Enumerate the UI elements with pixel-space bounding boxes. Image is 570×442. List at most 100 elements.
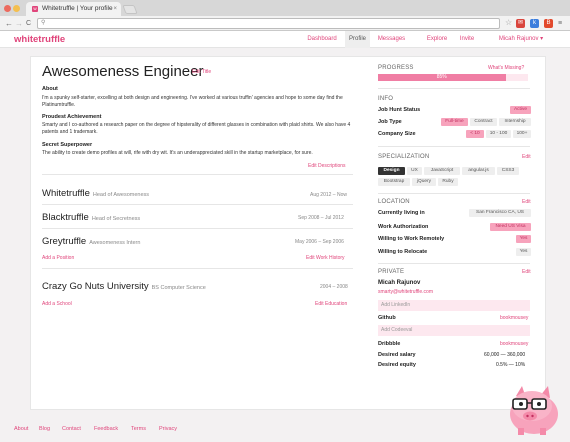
reload-icon[interactable]: C	[26, 18, 31, 29]
minimize-window-button[interactable]	[13, 5, 20, 12]
keyboard-extension-icon[interactable]: k	[530, 19, 539, 28]
footer-terms-link[interactable]: Terms	[131, 426, 146, 432]
github-link[interactable]: bookmousey	[500, 315, 528, 321]
footer-blog-link[interactable]: Blog	[39, 426, 50, 432]
work-entry-role: Head of Awesomeness	[92, 192, 150, 198]
skill-tag[interactable]: CSS3	[497, 167, 519, 175]
work-auth-label: Work Authorization	[378, 224, 429, 230]
specialization-section-label: SPECIALIZATION	[378, 154, 430, 160]
add-linkedin-field[interactable]: Add LinkedIn	[378, 300, 530, 311]
achievement-label: Proudest Achievement	[42, 114, 102, 120]
mail-extension-icon[interactable]: ✉	[516, 19, 525, 28]
skill-tag[interactable]: JavaScript	[424, 167, 460, 175]
favicon-icon: w	[32, 6, 38, 12]
skill-tag[interactable]: UX	[407, 167, 422, 175]
superpower-label: Secret Superpower	[42, 142, 93, 148]
remote-value: Yes	[516, 235, 531, 243]
nav-explore[interactable]: Explore	[421, 31, 453, 48]
b-extension-icon[interactable]: B	[544, 19, 553, 28]
address-bar[interactable]: ⚲	[37, 18, 500, 29]
skill-tag[interactable]: Ruby	[438, 178, 458, 186]
nav-profile[interactable]: Profile	[345, 31, 370, 48]
edit-title-link[interactable]: Edit Title	[192, 69, 211, 75]
private-name: Micah Rajunov	[378, 280, 421, 286]
add-position-link[interactable]: Add a Position	[42, 255, 74, 261]
divider	[378, 193, 530, 194]
company-size-medium[interactable]: 10 - 100	[486, 130, 511, 138]
new-tab-button[interactable]	[122, 5, 138, 14]
search-icon: ⚲	[41, 20, 46, 26]
edit-education-link[interactable]: Edit Education	[315, 301, 347, 307]
work-entry-dates: Aug 2012 – Now	[310, 192, 347, 198]
superpower-text: The ability to create demo profiles at w…	[42, 150, 313, 156]
education-entry-dates: 2004 – 2008	[320, 284, 348, 290]
footer-contact-link[interactable]: Contact	[62, 426, 81, 432]
whats-missing-link[interactable]: What's Missing?	[488, 65, 524, 71]
tab-close-icon[interactable]: ×	[113, 2, 117, 16]
edit-location-link[interactable]: Edit	[522, 199, 531, 205]
nav-invite[interactable]: Invite	[456, 31, 478, 48]
site-header: whitetruffle Dashboard Profile Messages …	[0, 31, 570, 48]
divider	[42, 228, 353, 229]
nav-messages[interactable]: Messages	[374, 31, 409, 48]
private-email[interactable]: smarty@whitetruffle.com	[378, 289, 433, 295]
profile-card	[30, 56, 546, 410]
job-type-fulltime[interactable]: Full-time	[441, 118, 468, 126]
nav-user-menu[interactable]: Micah Rajunov ▾	[491, 31, 551, 48]
edit-descriptions-link[interactable]: Edit Descriptions	[308, 163, 346, 169]
back-arrow-icon[interactable]: ←	[5, 18, 13, 29]
browser-tab-strip: w Whitetruffle | Your profile ×	[0, 0, 570, 16]
skill-tag[interactable]: jQuery	[412, 178, 436, 186]
education-entry-school: Crazy Go Nuts University BS Computer Scie…	[42, 281, 206, 292]
skill-tag[interactable]: Design	[378, 167, 405, 175]
divider	[378, 263, 530, 264]
divider	[42, 268, 353, 269]
salary-label: Desired salary	[378, 352, 416, 358]
browser-tab[interactable]: w Whitetruffle | Your profile ×	[26, 2, 121, 16]
browser-menu-icon[interactable]: ≡	[558, 19, 565, 28]
equity-value: 0.5% — 10%	[496, 362, 526, 368]
forward-arrow-icon[interactable]: →	[15, 18, 23, 29]
company-size-small[interactable]: < 10	[466, 130, 484, 138]
divider	[378, 88, 530, 89]
whitetruffle-logo[interactable]: whitetruffle	[14, 34, 65, 45]
add-codeeval-field[interactable]: Add Codeeval	[378, 325, 530, 336]
tab-title: Whitetruffle | Your profile	[42, 5, 113, 12]
divider	[378, 146, 530, 147]
work-entry-company: Greytruffle Awesomeness Intern	[42, 236, 141, 247]
location-section-label: LOCATION	[378, 199, 410, 205]
job-type-contract[interactable]: Contract	[470, 118, 497, 126]
progress-bar-fill: 85%	[378, 74, 506, 81]
nav-dashboard[interactable]: Dashboard	[302, 31, 342, 48]
footer-feedback-link[interactable]: Feedback	[94, 426, 118, 432]
footer-privacy-link[interactable]: Privacy	[159, 426, 177, 432]
edit-work-history-link[interactable]: Edit Work History	[306, 255, 345, 261]
skill-tag[interactable]: Bootstrap	[378, 178, 410, 186]
browser-toolbar: ← → C ⚲ ☆ ✉ k B ≡	[0, 16, 570, 31]
relocate-label: Willing to Relocate	[378, 249, 428, 255]
company-size-large[interactable]: 100+	[513, 130, 531, 138]
work-entry-role: Head of Secretness	[91, 216, 141, 222]
profile-title: Awesomeness Engineer	[42, 63, 204, 80]
job-hunt-status-badge[interactable]: Active	[510, 106, 531, 114]
job-type-internship[interactable]: Internship	[499, 118, 531, 126]
close-window-button[interactable]	[4, 5, 11, 12]
work-entry-company: Blacktruffle Head of Secretness	[42, 212, 141, 223]
achievement-text: Smarty and I co-authored a research pape…	[42, 122, 351, 135]
salary-value: 60,000 — 360,000	[484, 352, 526, 358]
info-section-label: INFO	[378, 96, 394, 102]
edit-specialization-link[interactable]: Edit	[522, 154, 531, 160]
private-section-label: PRIVATE	[378, 269, 405, 275]
education-entry-degree: BS Computer Science	[151, 285, 206, 291]
dribbble-link[interactable]: bookmousey	[500, 341, 528, 347]
footer-about-link[interactable]: About	[14, 426, 28, 432]
skill-tag[interactable]: angular.js	[462, 167, 495, 175]
job-type-label: Job Type	[378, 119, 402, 125]
add-school-link[interactable]: Add a School	[42, 301, 72, 307]
remote-label: Willing to Work Remotely	[378, 236, 445, 242]
relocate-value: Yes	[516, 248, 531, 256]
github-label: Github	[378, 315, 396, 321]
bookmark-star-icon[interactable]: ☆	[505, 18, 512, 27]
edit-private-link[interactable]: Edit	[522, 269, 531, 275]
work-auth-value: Need US Visa	[490, 223, 531, 231]
